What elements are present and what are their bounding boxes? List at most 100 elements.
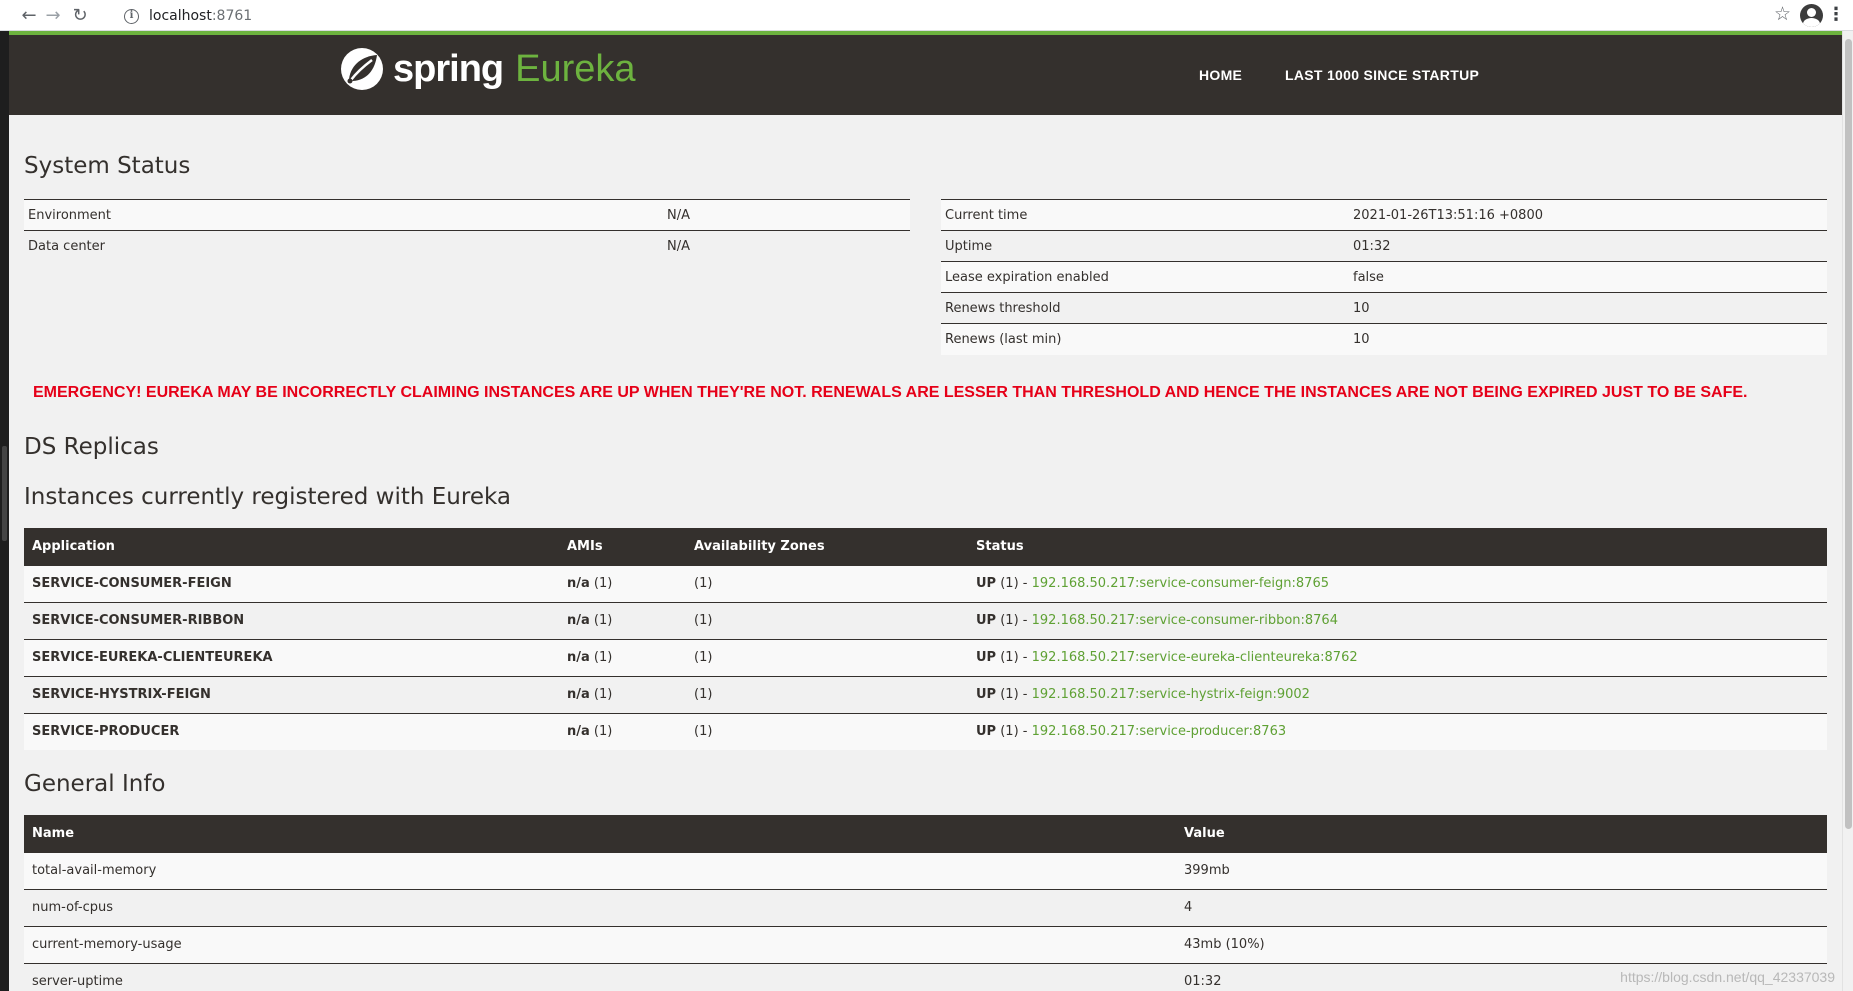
status-up: UP — [976, 687, 997, 702]
status-cell: UP (1) - 192.168.50.217:service-producer… — [968, 712, 1827, 750]
reload-icon[interactable]: ↻ — [68, 4, 92, 28]
status-count: (1) - — [1000, 613, 1028, 628]
status-value: false — [1349, 261, 1827, 293]
general-info-table: Name Value total-avail-memory 399mb num-… — [24, 815, 1827, 991]
spring-leaf-icon — [341, 48, 383, 90]
table-row: SERVICE-HYSTRIX-FEIGN n/a (1) (1) UP (1)… — [24, 675, 1827, 713]
ds-replicas-title: DS Replicas — [24, 434, 159, 460]
brand-logo[interactable]: spring Eureka — [339, 44, 636, 94]
address-bar[interactable]: i localhost:8761 — [124, 4, 252, 28]
instance-link[interactable]: 192.168.50.217:service-consumer-feign:87… — [1032, 576, 1329, 591]
column-header-zones: Availability Zones — [686, 528, 968, 565]
status-count: (1) - — [1000, 687, 1028, 702]
ami-count: (1) — [593, 687, 613, 702]
status-row: Current time 2021-01-26T13:51:16 +0800 — [941, 199, 1827, 231]
status-label: Uptime — [941, 230, 1349, 262]
column-header-amis: AMIs — [559, 528, 686, 565]
status-count: (1) - — [1000, 724, 1028, 740]
status-row: Data center N/A — [24, 230, 910, 262]
watermark-text: https://blog.csdn.net/qq_42337039 — [1620, 969, 1835, 985]
status-value: 10 — [1349, 323, 1827, 355]
application-name: SERVICE-PRODUCER — [24, 712, 559, 750]
nav-link-home[interactable]: HOME — [1199, 67, 1242, 83]
info-value: 4 — [1176, 888, 1827, 926]
menu-icon[interactable]: ⋮ — [1827, 4, 1845, 26]
instance-link[interactable]: 192.168.50.217:service-producer:8763 — [1032, 724, 1287, 739]
status-row: Renews (last min) 10 — [941, 323, 1827, 355]
column-header-status: Status — [968, 528, 1827, 565]
application-name: SERVICE-CONSUMER-FEIGN — [24, 564, 559, 602]
instances-title: Instances currently registered with Eure… — [24, 484, 511, 510]
status-count: (1) - — [1000, 576, 1028, 591]
forward-arrow-icon[interactable]: → — [41, 4, 65, 28]
system-status-left-table: Environment N/A Data center N/A — [24, 199, 910, 262]
system-status-title: System Status — [24, 153, 191, 179]
status-row: Renews threshold 10 — [941, 292, 1827, 324]
info-value: 43mb (10%) — [1176, 925, 1827, 963]
instances-table: Application AMIs Availability Zones Stat… — [24, 528, 1827, 750]
instance-link[interactable]: 192.168.50.217:service-eureka-clienteure… — [1032, 650, 1358, 665]
status-up: UP — [976, 613, 997, 628]
ami-value: n/a — [567, 650, 590, 665]
table-row: total-avail-memory 399mb — [24, 851, 1827, 889]
info-name: server-uptime — [24, 962, 1176, 991]
status-label: Lease expiration enabled — [941, 261, 1349, 293]
status-value: N/A — [663, 230, 910, 262]
table-row: num-of-cpus 4 — [24, 888, 1827, 926]
ami-cell: n/a (1) — [559, 675, 686, 713]
zones-cell: (1) — [686, 675, 968, 713]
status-cell: UP (1) - 192.168.50.217:service-eureka-c… — [968, 638, 1827, 676]
column-header-value: Value — [1176, 815, 1827, 852]
status-label: Current time — [941, 199, 1349, 231]
table-row: SERVICE-PRODUCER n/a (1) (1) UP (1) - 19… — [24, 712, 1827, 750]
ami-value: n/a — [567, 724, 590, 740]
status-label: Renews (last min) — [941, 323, 1349, 355]
status-value: 01:32 — [1349, 230, 1827, 262]
scrollbar-thumb[interactable] — [1845, 39, 1852, 829]
star-icon[interactable]: ☆ — [1774, 3, 1791, 25]
status-value: 10 — [1349, 292, 1827, 324]
page-scrollbar[interactable] — [1842, 31, 1853, 991]
url-host: localhost — [149, 8, 212, 24]
status-value: 2021-01-26T13:51:16 +0800 — [1349, 199, 1827, 231]
status-cell: UP (1) - 192.168.50.217:service-consumer… — [968, 564, 1827, 602]
status-cell: UP (1) - 192.168.50.217:service-consumer… — [968, 601, 1827, 639]
status-count: (1) - — [1000, 650, 1028, 665]
status-cell: UP (1) - 192.168.50.217:service-hystrix-… — [968, 675, 1827, 713]
ami-count: (1) — [593, 650, 613, 665]
status-label: Data center — [24, 230, 663, 262]
ami-cell: n/a (1) — [559, 564, 686, 602]
ami-cell: n/a (1) — [559, 638, 686, 676]
column-header-name: Name — [24, 815, 1176, 852]
application-name: SERVICE-CONSUMER-RIBBON — [24, 601, 559, 639]
zones-cell: (1) — [686, 638, 968, 676]
status-up: UP — [976, 724, 997, 740]
table-row: SERVICE-EUREKA-CLIENTEUREKA n/a (1) (1) … — [24, 638, 1827, 676]
brand-spring-text: spring — [393, 47, 504, 90]
navbar: spring Eureka HOME LAST 1000 SINCE START… — [9, 31, 1842, 115]
ami-cell: n/a (1) — [559, 601, 686, 639]
column-header-application: Application — [24, 528, 559, 565]
status-row: Uptime 01:32 — [941, 230, 1827, 262]
instance-link[interactable]: 192.168.50.217:service-hystrix-feign:900… — [1032, 687, 1310, 702]
info-value: 399mb — [1176, 851, 1827, 889]
status-label: Renews threshold — [941, 292, 1349, 324]
status-up: UP — [976, 650, 997, 665]
zones-cell: (1) — [686, 601, 968, 639]
table-row: SERVICE-CONSUMER-RIBBON n/a (1) (1) UP (… — [24, 601, 1827, 639]
table-row: server-uptime 01:32 — [24, 962, 1827, 991]
account-icon[interactable] — [1800, 4, 1823, 27]
ami-value: n/a — [567, 613, 590, 628]
nav-link-last-1000[interactable]: LAST 1000 SINCE STARTUP — [1285, 67, 1479, 83]
instances-header-row: Application AMIs Availability Zones Stat… — [24, 528, 1827, 565]
ami-count: (1) — [593, 613, 613, 628]
zones-cell: (1) — [686, 712, 968, 750]
info-icon[interactable]: i — [124, 8, 139, 24]
application-name: SERVICE-HYSTRIX-FEIGN — [24, 675, 559, 713]
zones-cell: (1) — [686, 564, 968, 602]
instance-link[interactable]: 192.168.50.217:service-consumer-ribbon:8… — [1032, 613, 1338, 628]
back-arrow-icon[interactable]: ← — [17, 4, 41, 28]
status-label: Environment — [24, 199, 663, 231]
ami-value: n/a — [567, 687, 590, 702]
browser-toolbar: ← → ↻ i localhost:8761 ☆ ⋮ — [0, 0, 1853, 31]
